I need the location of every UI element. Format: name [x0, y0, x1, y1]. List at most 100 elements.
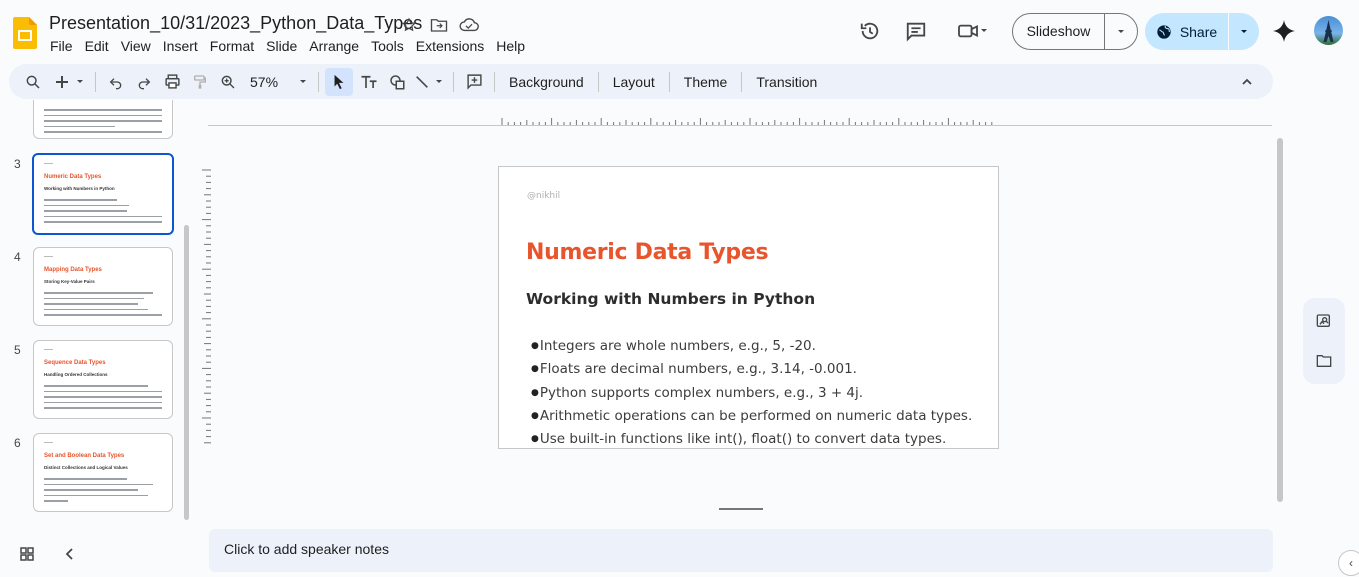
image-search-icon[interactable] [1315, 312, 1333, 330]
thumbnail-subtitle: Handling Ordered Collections [44, 372, 108, 377]
slide-author[interactable]: @nikhil [527, 191, 560, 201]
bullet-item: Integers are whole numbers, e.g., 5, -20… [531, 338, 972, 361]
menu-tools[interactable]: Tools [365, 37, 410, 55]
bullet-item: Python supports complex numbers, e.g., 3… [531, 385, 972, 408]
zoom-value: 57% [250, 73, 279, 90]
menu-file[interactable]: File [44, 37, 79, 55]
notes-resize-handle[interactable] [719, 508, 763, 510]
chevron-down-icon [1118, 29, 1124, 33]
menu-view[interactable]: View [115, 37, 157, 55]
horizontal-ruler[interactable] [208, 113, 1272, 127]
slide-canvas[interactable]: @nikhil Numeric Data Types Working with … [498, 166, 999, 449]
menu-help[interactable]: Help [490, 37, 531, 55]
menu-edit[interactable]: Edit [79, 37, 115, 55]
chevron-left-icon[interactable]: ‹ [1338, 550, 1359, 576]
thumbnail-bullets [44, 109, 162, 137]
slide-filmstrip: 3 Numeric Data Types Working with Number… [0, 100, 196, 520]
menu-bar: File Edit View Insert Format Slide Arran… [44, 37, 531, 55]
thumbnail-title: Numeric Data Types [44, 174, 102, 180]
meet-video-icon[interactable] [954, 19, 992, 43]
slideshow-label[interactable]: Slideshow [1013, 14, 1105, 49]
thumbnail-subtitle: Distinct Collections and Logical Values [44, 465, 128, 470]
thumbnail-bullets [44, 199, 162, 227]
ruler-ticks [202, 169, 211, 444]
canvas-scrollbar[interactable] [1277, 138, 1283, 502]
separator [494, 71, 495, 92]
redo-icon[interactable] [130, 68, 158, 96]
slide-thumbnail-6[interactable]: Set and Boolean Data Types Distinct Coll… [33, 433, 173, 512]
slides-app: Presentation_10/31/2023_Python_Data_Type… [0, 0, 1359, 577]
chevron-down-icon [981, 29, 987, 32]
thumbnail-subtitle: Storing Key-Value Pairs [44, 279, 95, 284]
share-main[interactable]: Share [1145, 13, 1229, 50]
thumbnail-bullets [44, 478, 162, 506]
cloud-saved-icon[interactable] [458, 14, 480, 36]
menu-arrange[interactable]: Arrange [303, 37, 365, 55]
share-dropdown[interactable] [1229, 27, 1259, 37]
print-icon[interactable] [158, 68, 186, 96]
line-tool-button[interactable] [411, 68, 447, 96]
slide-subtitle[interactable]: Working with Numbers in Python [526, 290, 815, 308]
thumbnail-author [44, 256, 53, 257]
bullet-item: Floats are decimal numbers, e.g., 3.14, … [531, 361, 972, 384]
thumbnail-author [44, 442, 53, 443]
collapse-toolbar-icon[interactable] [1233, 68, 1261, 96]
menu-format[interactable]: Format [204, 37, 260, 55]
gemini-spark-icon[interactable] [1272, 19, 1296, 43]
select-cursor-icon[interactable] [325, 67, 353, 96]
folder-icon[interactable] [1315, 352, 1333, 370]
star-icon[interactable] [398, 14, 420, 36]
menu-extensions[interactable]: Extensions [410, 37, 490, 55]
background-button[interactable]: Background [501, 68, 592, 96]
search-menus-icon[interactable] [19, 68, 47, 96]
speaker-notes[interactable]: Click to add speaker notes [209, 529, 1273, 572]
slideshow-button[interactable]: Slideshow [1012, 13, 1138, 50]
slide-number: 3 [14, 157, 21, 171]
text-box-icon[interactable] [355, 68, 383, 96]
collapse-filmstrip-icon[interactable] [61, 545, 79, 563]
slideshow-dropdown[interactable] [1105, 27, 1137, 37]
version-history-icon[interactable] [858, 19, 882, 43]
slide-body[interactable]: Integers are whole numbers, e.g., 5, -20… [531, 338, 972, 454]
slide-thumbnail-5[interactable]: Sequence Data Types Handling Ordered Col… [33, 340, 173, 419]
separator [95, 71, 96, 92]
layout-button[interactable]: Layout [605, 68, 663, 96]
thumbnail-title: Mapping Data Types [44, 267, 102, 273]
thumbnail-author [44, 349, 53, 350]
slide-number: 6 [14, 436, 21, 450]
globe-icon [1157, 24, 1171, 39]
share-button[interactable]: Share [1145, 13, 1259, 50]
menu-insert[interactable]: Insert [157, 37, 204, 55]
document-title[interactable]: Presentation_10/31/2023_Python_Data_Type… [49, 13, 422, 34]
paint-format-icon[interactable] [186, 68, 214, 96]
separator [453, 71, 454, 92]
vertical-ruler[interactable] [201, 168, 211, 448]
thumbnail-title: Sequence Data Types [44, 360, 106, 366]
thumbnail-bullets [44, 292, 162, 320]
slide-thumbnail-4[interactable]: Mapping Data Types Storing Key-Value Pai… [33, 247, 173, 326]
transition-button[interactable]: Transition [748, 68, 825, 96]
filmstrip-scrollbar[interactable] [184, 225, 189, 520]
slide-number: 5 [14, 343, 21, 357]
move-folder-icon[interactable] [428, 14, 450, 36]
separator [741, 71, 743, 92]
line-icon [416, 75, 428, 88]
user-avatar[interactable] [1314, 16, 1343, 45]
slide-title[interactable]: Numeric Data Types [526, 240, 769, 265]
shape-icon[interactable] [383, 68, 411, 96]
slide-thumbnail-2[interactable] [33, 100, 173, 139]
new-slide-button[interactable] [51, 68, 89, 96]
theme-button[interactable]: Theme [676, 68, 736, 96]
comments-icon[interactable] [904, 19, 928, 43]
grid-view-icon[interactable] [18, 545, 36, 563]
separator [597, 71, 599, 92]
separator [318, 71, 319, 92]
zoom-select[interactable]: 57% [242, 68, 312, 96]
menu-slide[interactable]: Slide [260, 37, 303, 55]
add-comment-icon[interactable] [460, 68, 488, 96]
chevron-down-icon [300, 79, 306, 83]
slides-logo-icon[interactable] [13, 17, 37, 49]
zoom-icon[interactable] [214, 68, 242, 96]
slide-thumbnail-3[interactable]: Numeric Data Types Working with Numbers … [32, 153, 174, 235]
undo-icon[interactable] [102, 68, 130, 96]
